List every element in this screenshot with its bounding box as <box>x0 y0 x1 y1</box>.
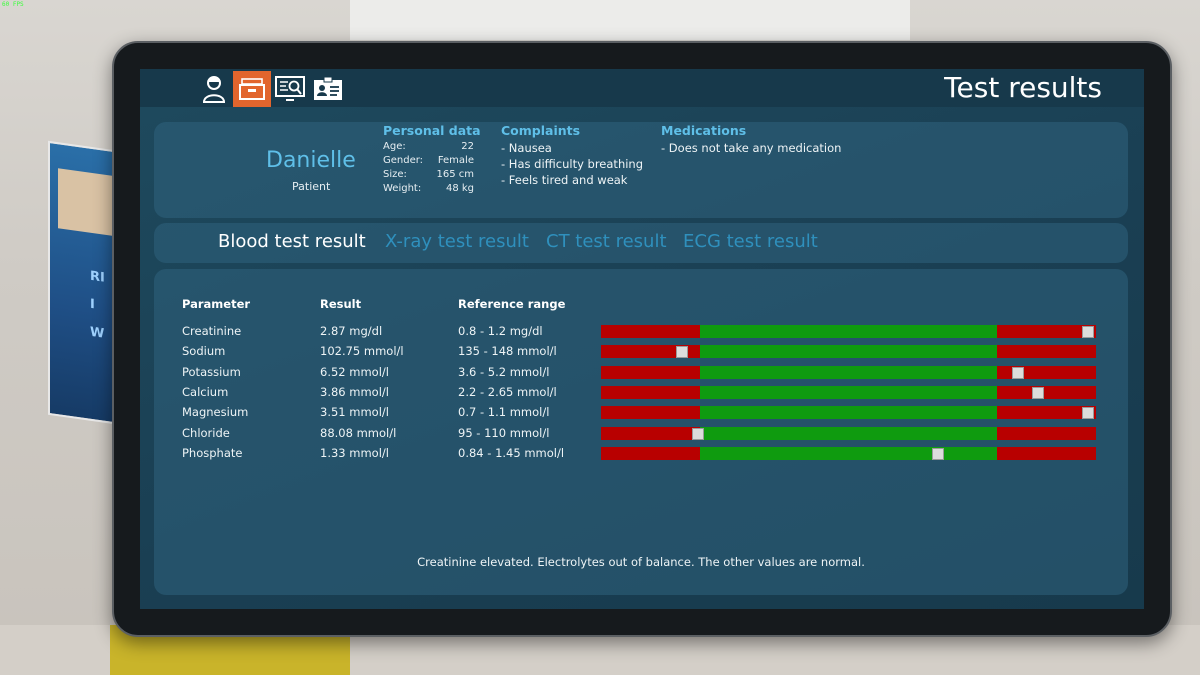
age-value: 22 <box>461 141 474 152</box>
header-parameter: Parameter <box>182 297 251 311</box>
parameter-name: Calcium <box>182 384 229 399</box>
reference-range: 3.6 - 5.2 mmol/l <box>458 364 550 379</box>
personal-data-title: Personal data <box>383 123 481 138</box>
ceiling <box>350 0 910 40</box>
result-value: 88.08 mmol/l <box>320 425 397 440</box>
result-marker <box>932 447 945 460</box>
out-of-range-segment <box>601 446 700 460</box>
out-of-range-segment <box>997 385 1096 399</box>
out-of-range-segment <box>601 325 700 338</box>
range-bar <box>601 365 1096 379</box>
result-value: 1.33 mmol/l <box>320 445 389 460</box>
complaints-list: - Nausea - Has difficulty breathing - Fe… <box>501 140 643 188</box>
result-value: 102.75 mmol/l <box>320 344 404 359</box>
result-value: 2.87 mg/dl <box>320 324 383 338</box>
tab-ecg-test[interactable]: ECG test result <box>683 231 818 252</box>
tab-bar: Blood test result X-ray test result CT t… <box>154 223 1128 263</box>
reference-range: 95 - 110 mmol/l <box>458 425 550 440</box>
result-value: 3.51 mmol/l <box>320 405 389 420</box>
parameter-name: Magnesium <box>182 405 249 420</box>
tablet-screen: Test results Danielle Patient Personal d… <box>140 69 1144 609</box>
header-reference: Reference range <box>458 297 566 311</box>
out-of-range-segment <box>997 446 1096 460</box>
out-of-range-segment <box>997 345 1096 359</box>
reference-range: 135 - 148 mmol/l <box>458 344 557 359</box>
out-of-range-segment <box>601 406 700 420</box>
gender-value: Female <box>437 155 474 166</box>
result-value: 6.52 mmol/l <box>320 364 389 379</box>
complaint-item: - Nausea <box>501 141 552 155</box>
range-bar <box>601 385 1096 399</box>
id-card-icon[interactable] <box>309 71 347 107</box>
normal-range-segment <box>700 365 997 379</box>
size-value: 165 cm <box>436 169 474 180</box>
range-bar <box>601 446 1096 460</box>
result-marker <box>1082 407 1095 420</box>
header-bar: Test results <box>140 69 1144 107</box>
reference-range: 0.8 - 1.2 mg/dl <box>458 324 543 338</box>
result-marker <box>1082 326 1095 338</box>
tab-xray-test[interactable]: X-ray test result <box>385 231 529 252</box>
monitor-search-icon[interactable] <box>271 71 309 107</box>
range-bar <box>601 325 1096 338</box>
patient-panel: Danielle Patient Personal data Age: Gend… <box>154 122 1128 218</box>
fps-counter: 60 FPS <box>2 1 24 8</box>
reference-range: 2.2 - 2.65 mmol/l <box>458 384 557 399</box>
parameter-name: Chloride <box>182 425 230 440</box>
tablet-device: Test results Danielle Patient Personal d… <box>112 41 1172 637</box>
out-of-range-segment <box>601 365 700 379</box>
medications-list: - Does not take any medication <box>661 140 841 156</box>
complaint-item: - Feels tired and weak <box>501 173 628 187</box>
page-title: Test results <box>944 71 1102 104</box>
medications-title: Medications <box>661 123 747 138</box>
reference-range: 0.7 - 1.1 mmol/l <box>458 405 550 420</box>
patient-name: Danielle <box>266 148 356 173</box>
normal-range-segment <box>700 406 997 420</box>
result-marker <box>1012 366 1025 379</box>
out-of-range-segment <box>601 426 700 440</box>
range-bar <box>601 426 1096 440</box>
parameter-name: Sodium <box>182 344 226 359</box>
normal-range-segment <box>700 345 997 359</box>
normal-range-segment <box>700 385 997 399</box>
normal-range-segment <box>700 426 997 440</box>
weight-value: 48 kg <box>445 183 474 194</box>
results-panel: Parameter Result Reference range Creatin… <box>154 269 1128 595</box>
out-of-range-segment <box>601 385 700 399</box>
normal-range-segment <box>700 325 997 338</box>
records-drawer-icon[interactable] <box>233 71 271 107</box>
result-marker <box>1032 386 1045 399</box>
reference-range: 0.84 - 1.45 mmol/l <box>458 445 565 460</box>
size-label: Size: <box>383 169 407 180</box>
range-bar <box>601 406 1096 420</box>
complaint-item: - Has difficulty breathing <box>501 157 644 171</box>
normal-range-segment <box>700 446 997 460</box>
patient-role: Patient <box>292 180 331 193</box>
parameter-name: Potassium <box>182 364 241 379</box>
tab-blood-test[interactable]: Blood test result <box>218 231 366 252</box>
parameter-name: Phosphate <box>182 445 243 460</box>
tab-ct-test[interactable]: CT test result <box>546 231 667 252</box>
patient-icon[interactable] <box>195 71 233 107</box>
out-of-range-segment <box>997 426 1096 440</box>
wall-poster: RI I W <box>48 140 122 426</box>
parameter-name: Creatinine <box>182 324 242 338</box>
medication-item: - Does not take any medication <box>661 141 842 155</box>
complaints-title: Complaints <box>501 123 581 138</box>
result-value: 3.86 mmol/l <box>320 384 389 399</box>
age-label: Age: <box>383 141 406 152</box>
range-bar <box>601 345 1096 359</box>
header-result: Result <box>320 297 362 311</box>
results-summary: Creatinine elevated. Electrolytes out of… <box>417 555 865 569</box>
result-marker <box>692 427 705 440</box>
result-marker <box>676 346 689 359</box>
